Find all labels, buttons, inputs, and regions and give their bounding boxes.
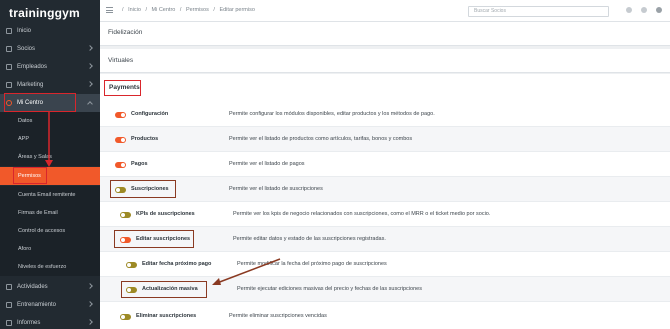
annotation-arrow bbox=[45, 112, 53, 167]
breadcrumb-separator: / bbox=[179, 7, 182, 13]
breadcrumb-separator: / bbox=[213, 7, 215, 13]
section-title: Virtuales bbox=[108, 57, 134, 64]
app-root: traininggym Inicio Socios Empleados Mark… bbox=[0, 0, 670, 329]
sidebar: traininggym Inicio Socios Empleados Mark… bbox=[0, 0, 100, 329]
breadcrumb-permisos[interactable]: Permisos bbox=[186, 7, 209, 13]
notification-icon[interactable] bbox=[626, 7, 632, 13]
breadcrumb-editar-permiso: Editar permiso bbox=[219, 7, 255, 13]
topbar: / Inicio / Mi Centro / Permisos / Editar… bbox=[100, 0, 670, 22]
section-payments: Payments Configuración Permite configura… bbox=[100, 74, 670, 329]
menu-icon[interactable] bbox=[106, 7, 113, 13]
main-content: Fidelización Virtuales Payments Configur… bbox=[100, 22, 670, 329]
breadcrumb-separator: / bbox=[145, 7, 147, 13]
breadcrumb-mi-centro[interactable]: Mi Centro bbox=[152, 7, 176, 13]
breadcrumb: / Inicio / Mi Centro / Permisos / Editar… bbox=[122, 7, 258, 13]
annotation-arrow bbox=[212, 258, 281, 285]
section-virtuales[interactable]: Virtuales bbox=[100, 49, 670, 73]
avatar[interactable] bbox=[656, 7, 662, 13]
section-fidelizacion[interactable]: Fidelización bbox=[100, 22, 670, 46]
help-icon[interactable] bbox=[641, 7, 647, 13]
breadcrumb-separator: / bbox=[122, 7, 124, 13]
search-input[interactable]: Buscar Socios bbox=[468, 6, 609, 17]
section-title: Fidelización bbox=[108, 29, 143, 36]
breadcrumb-inicio[interactable]: Inicio bbox=[128, 7, 141, 13]
